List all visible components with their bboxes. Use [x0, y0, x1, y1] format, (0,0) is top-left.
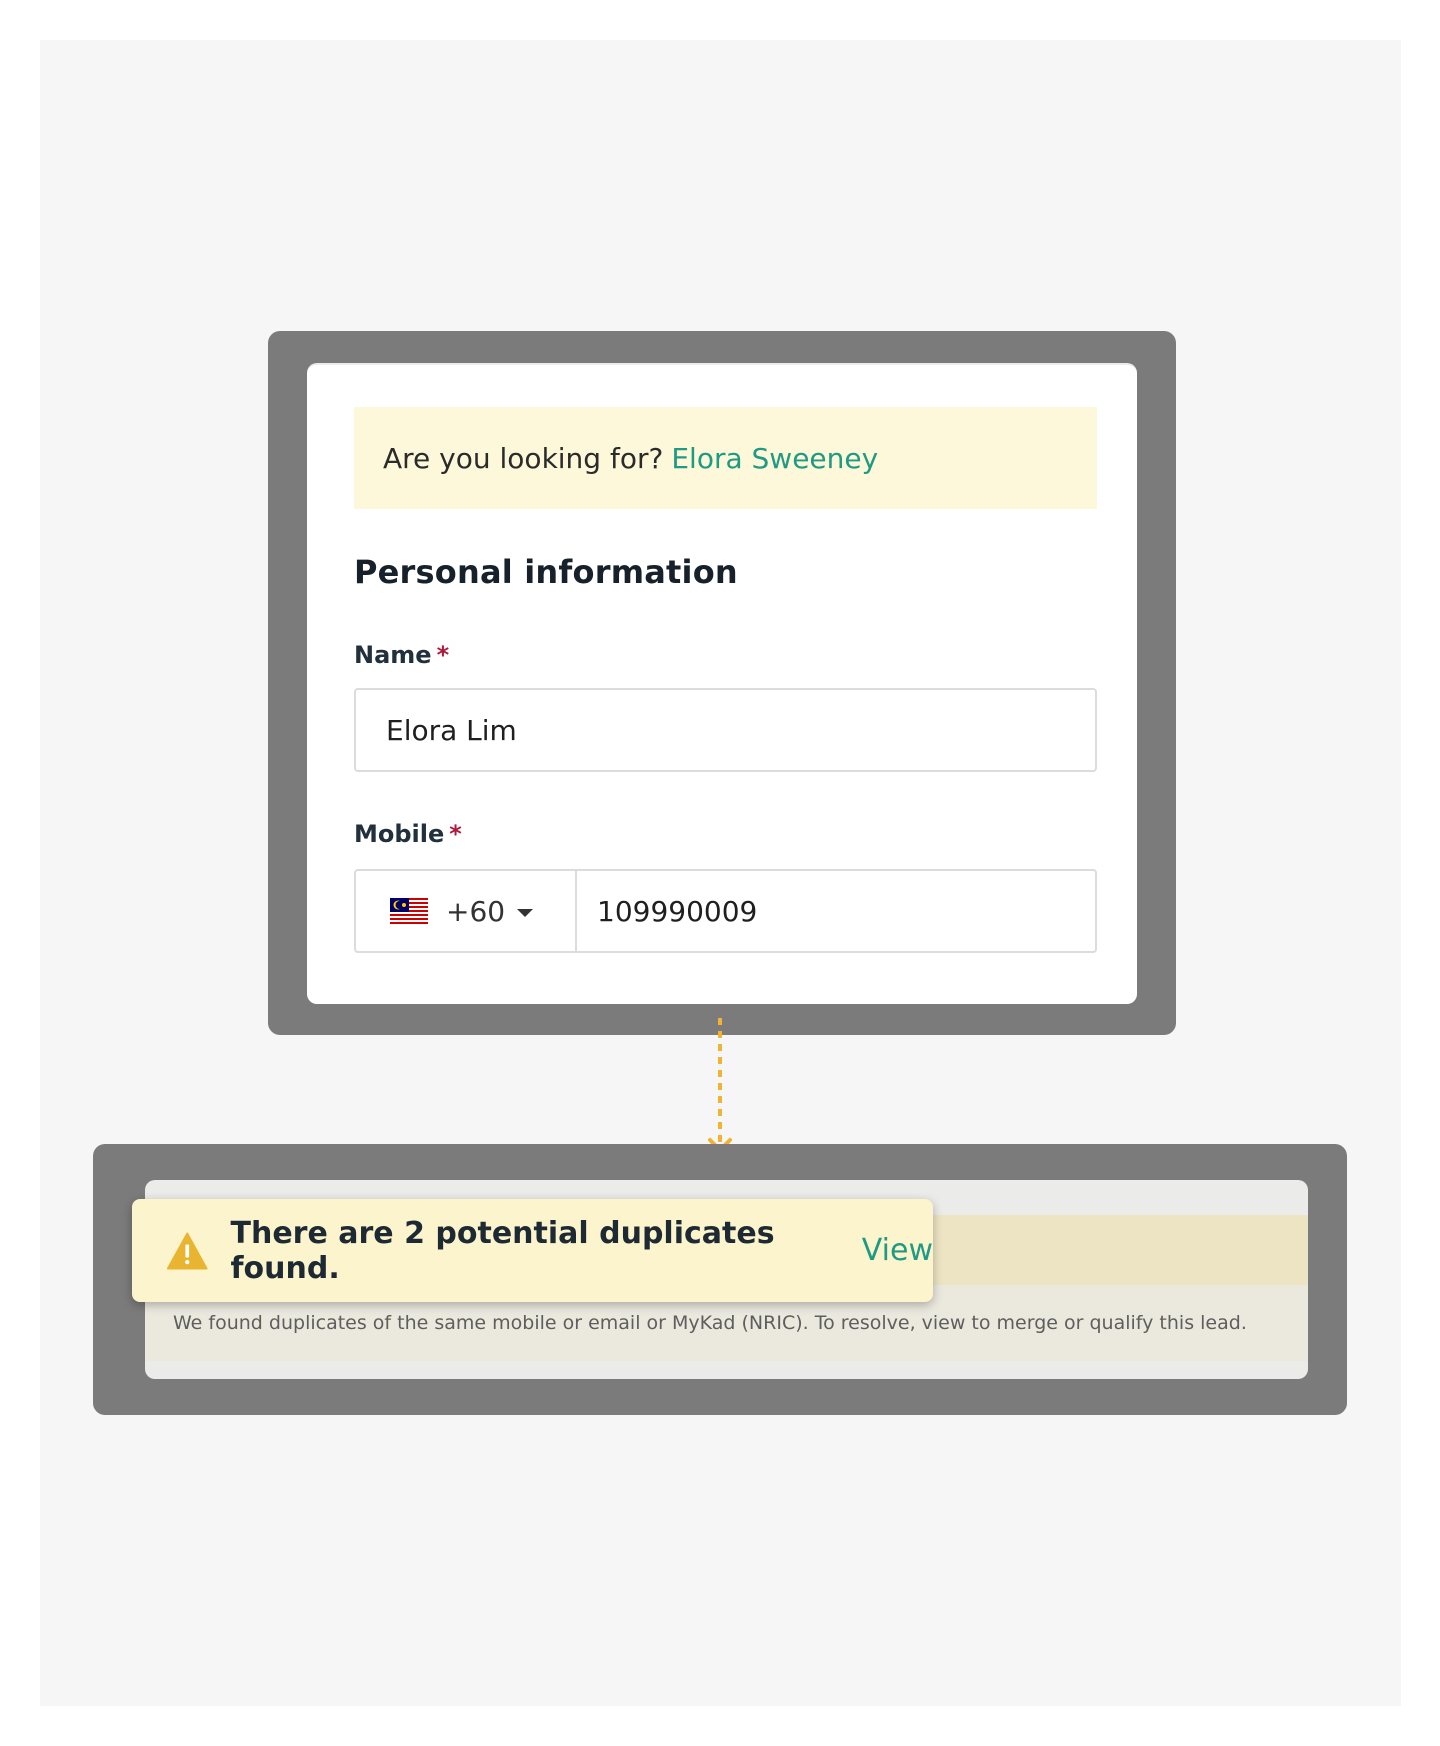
required-mark: *: [436, 641, 450, 669]
warning-icon: [166, 1232, 208, 1269]
personal-info-card: Are you looking for? Elora Sweeney Perso…: [307, 363, 1137, 1004]
required-mark: *: [449, 820, 462, 848]
mobile-input-group: +60 109990009: [354, 869, 1097, 953]
suggestion-link[interactable]: Elora Sweeney: [671, 442, 878, 475]
suggestion-question: Are you looking for?: [383, 441, 664, 475]
mobile-number-value: 109990009: [597, 894, 758, 928]
chevron-down-icon: [517, 909, 534, 917]
country-code-value: +60: [446, 894, 506, 928]
dotted-arrow-down-icon: [708, 1018, 732, 1152]
duplicate-message: There are 2 potential duplicates found.: [230, 1215, 775, 1286]
name-input[interactable]: Elora Lim: [354, 688, 1097, 772]
duplicate-description: We found duplicates of the same mobile o…: [173, 1312, 1247, 1334]
view-duplicates-link[interactable]: View: [862, 1233, 933, 1268]
suggestion-banner: Are you looking for? Elora Sweeney: [354, 407, 1097, 509]
name-label-text: Name: [354, 641, 432, 669]
name-label: Name *: [354, 641, 449, 669]
mobile-label-text: Mobile: [354, 820, 445, 848]
form-frame: Are you looking for? Elora Sweeney Perso…: [268, 331, 1176, 1035]
mobile-number-input[interactable]: 109990009: [577, 871, 1095, 951]
malaysia-flag-icon: [390, 898, 428, 924]
name-input-value: Elora Lim: [386, 713, 517, 747]
duplicate-alert-toast: There are 2 potential duplicates found. …: [132, 1199, 933, 1302]
section-title: Personal information: [354, 553, 738, 591]
mobile-label: Mobile *: [354, 820, 462, 848]
country-code-select[interactable]: +60: [356, 871, 577, 951]
